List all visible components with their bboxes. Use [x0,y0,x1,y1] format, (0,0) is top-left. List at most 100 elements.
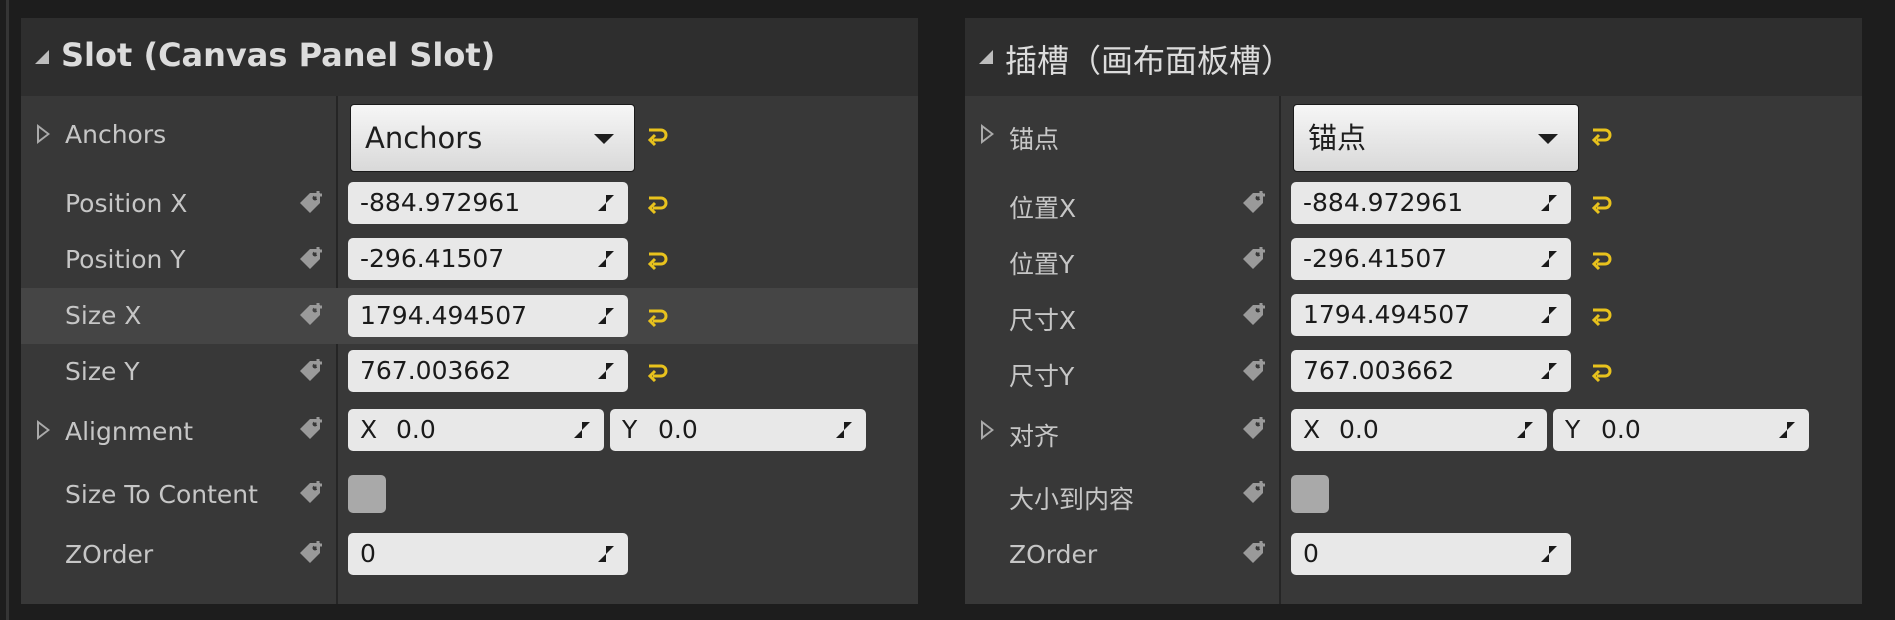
collapse-triangle-icon[interactable] [35,50,49,64]
position-y-input[interactable]: -296.41507 [348,238,628,280]
expand-arrow-icon[interactable] [37,124,50,144]
property-label: Size To Content [65,480,258,509]
field-value: 0.0 [1601,415,1641,444]
drag-spin-icon[interactable] [596,193,616,213]
reset-to-default-icon[interactable] [1589,248,1613,272]
property-label: Size X [65,301,142,330]
field-value: 0 [1303,539,1319,568]
reset-to-default-icon[interactable] [1589,192,1613,216]
drag-spin-icon[interactable] [596,544,616,564]
property-binding-icon[interactable] [296,415,326,445]
property-label: 尺寸X [1009,306,1077,335]
drag-spin-icon[interactable] [834,420,854,440]
drag-spin-icon[interactable] [1539,249,1559,269]
reset-to-default-icon[interactable] [645,248,669,272]
property-row-size-y: 尺寸Y 767.003662 [965,344,1862,400]
property-binding-icon[interactable] [1239,189,1269,219]
property-list: 锚点 锚点 位置X -884.972961 位置Y -296.41507 尺寸X… [965,96,1862,604]
details-panel-english: Slot (Canvas Panel Slot) Anchors Anchors… [21,18,918,604]
property-row-zorder: ZOrder 0 [965,524,1862,584]
category-header[interactable]: Slot (Canvas Panel Slot) [21,18,918,96]
field-value: -884.972961 [360,188,521,217]
property-label: ZOrder [65,540,154,569]
drag-spin-icon[interactable] [1539,361,1559,381]
chevron-down-icon [594,134,614,144]
drag-spin-icon[interactable] [596,306,616,326]
size-to-content-checkbox[interactable] [348,475,386,513]
property-binding-icon[interactable] [1239,539,1269,569]
property-list: Anchors Anchors Position X -884.972961 P… [21,96,918,604]
size-x-input[interactable]: 1794.494507 [348,295,628,337]
reset-to-default-icon[interactable] [645,305,669,329]
category-title: Slot (Canvas Panel Slot) [61,36,496,74]
chevron-down-icon [1538,134,1558,144]
property-binding-icon[interactable] [296,301,326,331]
dropdown-value: 锚点 [1308,121,1367,155]
field-value: 0 [360,539,376,568]
property-binding-icon[interactable] [296,189,326,219]
size-y-input[interactable]: 767.003662 [1291,350,1571,392]
property-row-position-y: Position Y -296.41507 [21,232,918,288]
category-header[interactable]: 插槽（画布面板槽） [965,18,1862,96]
details-panel-chinese: 插槽（画布面板槽） 锚点 锚点 位置X -884.972961 位置Y -296… [965,18,1862,604]
drag-spin-icon[interactable] [1539,193,1559,213]
drag-spin-icon[interactable] [1777,420,1797,440]
reset-to-default-icon[interactable] [645,360,669,384]
property-binding-icon[interactable] [296,479,326,509]
reset-to-default-icon[interactable] [1589,360,1613,384]
property-row-alignment: 对齐 X 0.0 Y 0.0 [965,400,1862,464]
drag-spin-icon[interactable] [572,420,592,440]
property-row-position-x: 位置X -884.972961 [965,176,1862,232]
drag-spin-icon[interactable] [596,249,616,269]
alignment-y-input[interactable]: Y 0.0 [610,409,866,451]
position-y-input[interactable]: -296.41507 [1291,238,1571,280]
axis-label: Y [1565,415,1581,444]
property-row-anchors: 锚点 锚点 [965,96,1862,176]
axis-label: X [360,415,378,444]
property-row-zorder: ZOrder 0 [21,524,918,584]
property-binding-icon[interactable] [296,357,326,387]
anchors-dropdown[interactable]: Anchors [350,104,635,172]
property-binding-icon[interactable] [1239,479,1269,509]
position-x-input[interactable]: -884.972961 [1291,182,1571,224]
reset-to-default-icon[interactable] [645,124,669,148]
property-binding-icon[interactable] [1239,245,1269,275]
property-label: 大小到内容 [1009,485,1135,514]
drag-spin-icon[interactable] [596,361,616,381]
reset-to-default-icon[interactable] [645,192,669,216]
field-value: 1794.494507 [1303,300,1471,329]
alignment-x-input[interactable]: X 0.0 [348,409,604,451]
zorder-input[interactable]: 0 [348,533,628,575]
alignment-y-input[interactable]: Y 0.0 [1553,409,1809,451]
expand-arrow-icon[interactable] [981,124,994,144]
collapse-triangle-icon[interactable] [979,50,993,64]
property-label: ZOrder [1009,540,1098,569]
field-value: 767.003662 [1303,356,1455,385]
field-value: 0.0 [396,415,436,444]
property-label: Size Y [65,357,140,386]
drag-spin-icon[interactable] [1515,420,1535,440]
property-binding-icon[interactable] [1239,301,1269,331]
position-x-input[interactable]: -884.972961 [348,182,628,224]
field-value: 0.0 [658,415,698,444]
size-y-input[interactable]: 767.003662 [348,350,628,392]
size-to-content-checkbox[interactable] [1291,475,1329,513]
property-label: Anchors [65,120,167,149]
property-binding-icon[interactable] [296,245,326,275]
zorder-input[interactable]: 0 [1291,533,1571,575]
drag-spin-icon[interactable] [1539,544,1559,564]
property-row-size-to-content: Size To Content [21,464,918,524]
anchors-dropdown[interactable]: 锚点 [1293,104,1579,172]
property-label: 尺寸Y [1009,362,1075,391]
reset-to-default-icon[interactable] [1589,304,1613,328]
size-x-input[interactable]: 1794.494507 [1291,294,1571,336]
property-binding-icon[interactable] [1239,415,1269,445]
alignment-x-input[interactable]: X 0.0 [1291,409,1547,451]
drag-spin-icon[interactable] [1539,305,1559,325]
reset-to-default-icon[interactable] [1589,124,1613,148]
expand-arrow-icon[interactable] [37,420,50,440]
property-binding-icon[interactable] [1239,357,1269,387]
property-binding-icon[interactable] [296,539,326,569]
field-value: 0.0 [1339,415,1379,444]
expand-arrow-icon[interactable] [981,420,994,440]
